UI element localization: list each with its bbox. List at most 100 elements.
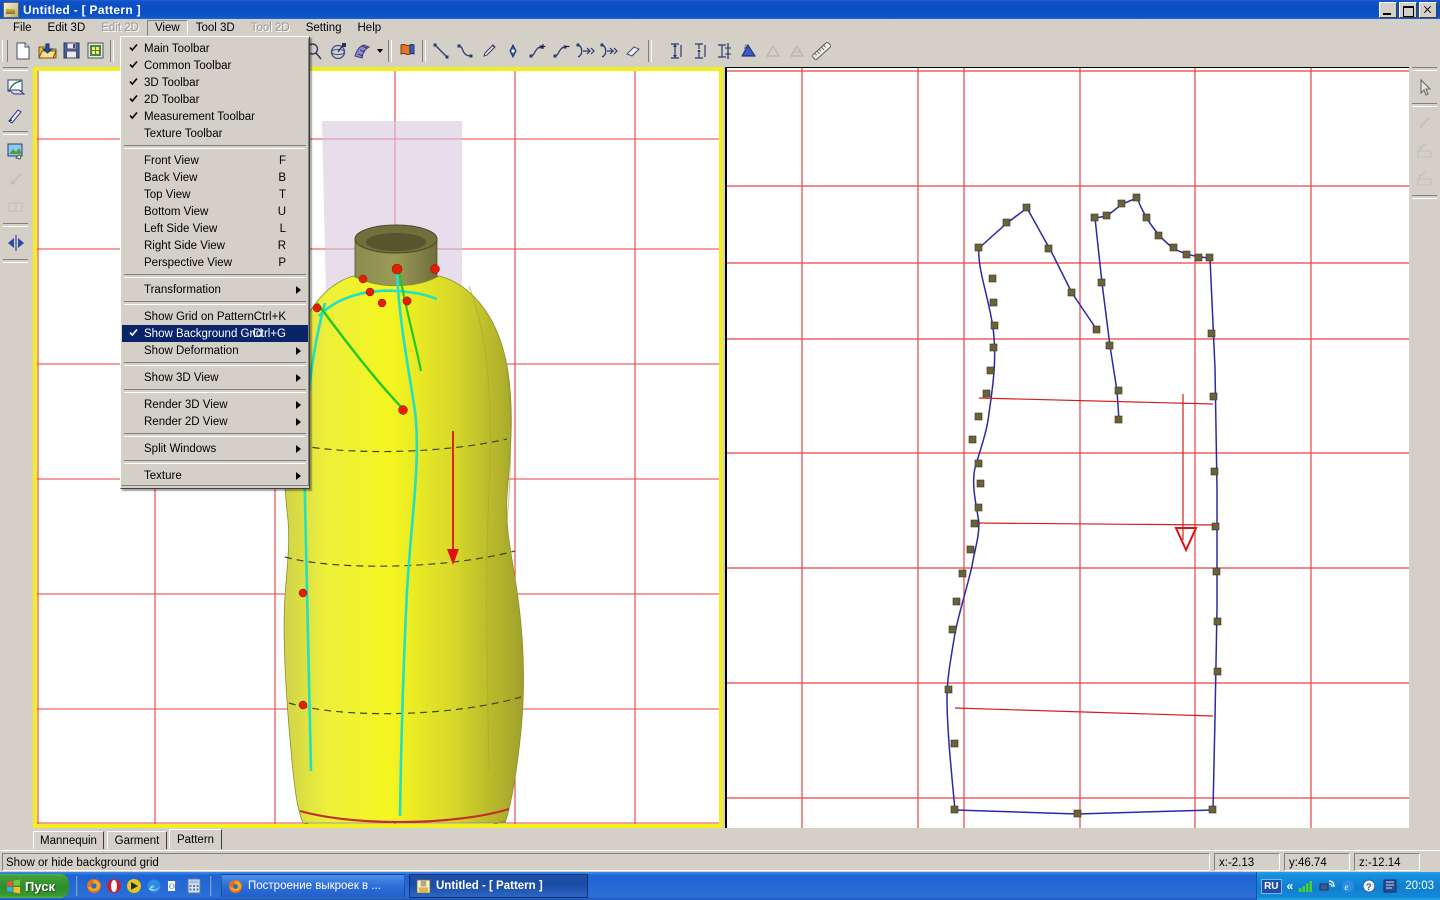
minimize-button[interactable]	[1379, 2, 1397, 18]
measure-area-icon[interactable]: A	[737, 39, 761, 62]
toolbar-separator	[110, 40, 114, 62]
menu-item-back-view[interactable]: Back ViewB	[122, 169, 308, 186]
pointer-select-icon[interactable]	[1410, 73, 1439, 101]
winamp-icon[interactable]	[126, 878, 142, 894]
menu-help[interactable]: Help	[350, 20, 390, 36]
point-tool-icon[interactable]	[501, 39, 525, 62]
remove-point-icon[interactable]	[549, 39, 573, 62]
knife-cut-icon[interactable]	[1, 101, 30, 129]
arrow-move-icon	[1, 165, 30, 193]
menu-item-split-windows[interactable]: Split Windows	[122, 440, 308, 457]
pin-tool-icon	[1410, 109, 1439, 137]
menu-item-label: Show Deformation	[144, 345, 239, 357]
pencil-tool-icon[interactable]	[477, 39, 501, 62]
measure-offset-icon[interactable]	[713, 39, 737, 62]
maximize-button[interactable]	[1399, 2, 1417, 18]
menu-item-front-view[interactable]: Front ViewF	[122, 152, 308, 169]
import-icon[interactable]	[83, 39, 107, 62]
start-button[interactable]: Пуск	[0, 874, 69, 898]
menu-item-show-3d-view[interactable]: Show 3D View	[122, 369, 308, 386]
volume-bars-icon[interactable]	[1298, 879, 1314, 893]
ruler-icon[interactable]	[809, 39, 833, 62]
taskbar-window-app[interactable]: Untitled - [ Pattern ]	[409, 874, 588, 898]
help-icon[interactable]: ?	[1361, 879, 1377, 893]
menu-item-3d-toolbar[interactable]: 3D Toolbar	[122, 74, 308, 91]
eraser-tool-icon[interactable]	[621, 39, 645, 62]
taskbar-window-browser[interactable]: Построение выкроек в ...	[221, 874, 405, 898]
tab-garment[interactable]: Garment	[107, 831, 167, 849]
toolbar-grip[interactable]	[2, 40, 8, 62]
menu-item-texture[interactable]: Texture	[122, 467, 308, 484]
status-message: Show or hide background grid	[2, 853, 1210, 871]
tray-expand-chevron-icon[interactable]: «	[1287, 879, 1294, 893]
submenu-arrow-icon	[296, 374, 301, 382]
surface-select-icon[interactable]	[1, 73, 30, 101]
menu-view[interactable]: View	[147, 20, 188, 36]
menu-item-bottom-view[interactable]: Bottom ViewU	[122, 203, 308, 220]
curve-tool-icon[interactable]	[453, 39, 477, 62]
rotate-3d-icon[interactable]	[326, 39, 350, 62]
menu-item-left-side-view[interactable]: Left Side ViewL	[122, 220, 308, 237]
clock[interactable]: 20:03	[1405, 880, 1434, 892]
measure-length-icon[interactable]	[665, 39, 689, 62]
menu-item-render-2d-view[interactable]: Render 2D View	[122, 413, 308, 430]
language-indicator[interactable]: RU	[1261, 879, 1281, 894]
calculator-icon[interactable]	[186, 878, 202, 894]
windows-flag-icon	[6, 879, 21, 894]
menu-item-shortcut: T	[279, 189, 286, 201]
menu-item-show-grid-on-pattern[interactable]: Show Grid on PatternCtrl+K	[122, 308, 308, 325]
menu-edit-3d[interactable]: Edit 3D	[40, 20, 94, 36]
notes-icon[interactable]	[1382, 879, 1398, 893]
menu-item-texture-toolbar[interactable]: Texture Toolbar	[122, 125, 308, 142]
svg-text:e: e	[150, 882, 154, 892]
toolbar-separator-4	[648, 40, 652, 62]
tab-pattern[interactable]: Pattern	[169, 829, 222, 849]
menu-setting[interactable]: Setting	[298, 20, 350, 36]
tab-mannequin[interactable]: Mannequin	[33, 831, 104, 849]
viewmode-tabstrip: Mannequin Garment Pattern	[0, 828, 1440, 850]
menu-item-right-side-view[interactable]: Right Side ViewR	[122, 237, 308, 254]
menu-item-show-background-grid[interactable]: Show Background GridCtrl+G	[122, 325, 308, 342]
close-button[interactable]	[1419, 2, 1437, 18]
sew-forward-icon[interactable]	[573, 39, 597, 62]
sew-reverse-icon[interactable]	[597, 39, 621, 62]
network-icon[interactable]	[1319, 879, 1335, 893]
statusbar: Show or hide background grid x:-2.13 y:4…	[0, 850, 1440, 873]
menu-item-shortcut: R	[278, 240, 286, 252]
outlook-icon[interactable]: O	[166, 878, 182, 894]
resize-grip[interactable]	[1422, 853, 1438, 871]
opera-icon[interactable]	[106, 878, 122, 894]
menu-item-transformation[interactable]: Transformation	[122, 281, 308, 298]
menu-tool-3d[interactable]: Tool 3D	[188, 20, 243, 36]
measure-segment-icon[interactable]	[689, 39, 713, 62]
texture-flag-icon[interactable]	[395, 39, 419, 62]
open-folder-icon[interactable]	[35, 39, 59, 62]
menu-item-measurement-toolbar[interactable]: Measurement Toolbar	[122, 108, 308, 125]
fabric-drape-icon[interactable]	[350, 39, 374, 62]
toolbar-separator-3	[422, 40, 426, 62]
menu-separator	[124, 433, 306, 437]
2d-pattern-viewport[interactable]	[725, 67, 1409, 828]
menu-item-main-toolbar[interactable]: Main Toolbar	[122, 40, 308, 57]
fabric-dropdown-arrow-icon[interactable]	[374, 39, 385, 62]
symmetry-icon[interactable]	[1, 229, 30, 257]
menu-item-label: Perspective View	[144, 257, 232, 269]
menu-file[interactable]: File	[5, 20, 40, 36]
taskbar-separator-1	[76, 876, 78, 896]
menu-item-top-view[interactable]: Top ViewT	[122, 186, 308, 203]
save-disk-icon[interactable]	[59, 39, 83, 62]
menu-item-render-3d-view[interactable]: Render 3D View	[122, 396, 308, 413]
texture-paint-icon[interactable]	[1, 137, 30, 165]
explorer-icon[interactable]: e	[1340, 879, 1356, 893]
menu-item-show-deformation[interactable]: Show Deformation	[122, 342, 308, 359]
menu-separator	[124, 274, 306, 278]
menu-item-common-toolbar[interactable]: Common Toolbar	[122, 57, 308, 74]
menu-item-2d-toolbar[interactable]: 2D Toolbar	[122, 91, 308, 108]
line-tool-icon[interactable]	[429, 39, 453, 62]
internet-explorer-icon[interactable]: e	[146, 878, 162, 894]
new-document-icon[interactable]	[11, 39, 35, 62]
menu-item-perspective-view[interactable]: Perspective ViewP	[122, 254, 308, 271]
menu-separator	[124, 389, 306, 393]
add-point-icon[interactable]	[525, 39, 549, 62]
firefox-icon[interactable]	[86, 878, 102, 894]
